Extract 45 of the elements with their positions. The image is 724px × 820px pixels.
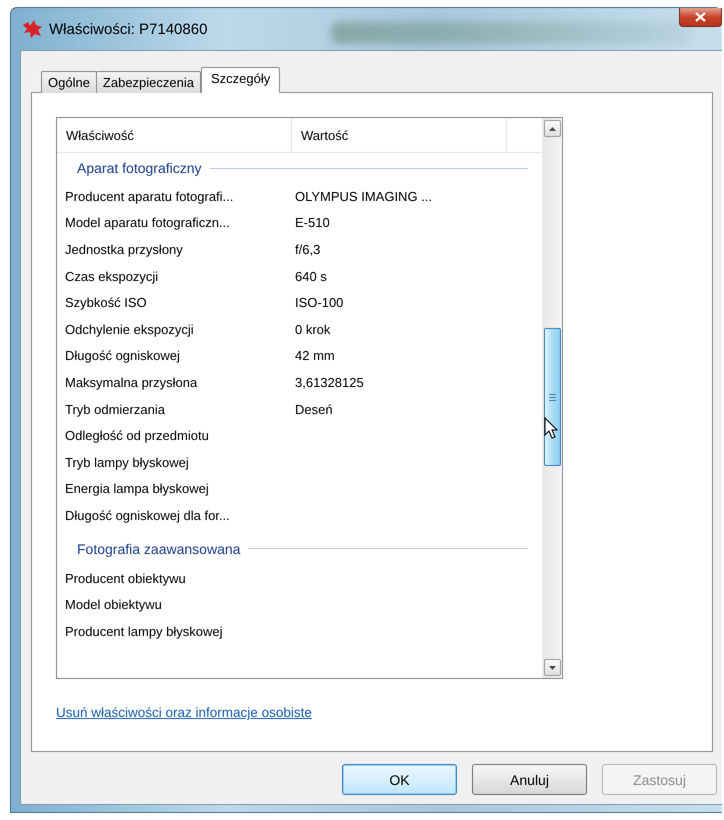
property-value: ISO-100 — [295, 295, 344, 310]
property-value: f/6,3 — [295, 242, 320, 257]
property-name: Model obiektywu — [65, 597, 162, 612]
property-name: Długość ogniskowej dla for... — [65, 508, 230, 523]
property-name: Czas ekspozycji — [65, 268, 158, 284]
tab[interactable]: Zabezpieczenia — [96, 71, 201, 93]
property-name: Energia lampa błyskowej — [65, 481, 209, 496]
property-name: Szybkość ISO — [65, 295, 147, 310]
group-header: Fotografia zaawansowana — [77, 540, 240, 557]
group-header: Aparat fotograficzny — [77, 160, 202, 176]
property-value: Deseń — [295, 402, 333, 417]
property-name: Model aparatu fotograficzn... — [65, 215, 230, 230]
property-value: E-510 — [295, 215, 330, 230]
window-title: Właściwości: P7140860 — [49, 20, 208, 38]
property-name: Długość ogniskowej — [65, 348, 180, 364]
property-value: 640 s — [295, 268, 327, 284]
property-name: Jednostka przysłony — [65, 242, 183, 257]
up-arrow-icon — [549, 126, 556, 130]
property-name: Producent lampy błyskowej — [65, 624, 223, 639]
app-icon — [21, 19, 43, 39]
grip-icon — [549, 394, 556, 400]
property-name: Odchylenie ekspozycji — [65, 322, 194, 337]
remove-properties-link[interactable]: Usuń właściwości oraz informacje osobiste — [56, 705, 312, 720]
property-name: Producent aparatu fotografi... — [65, 188, 234, 204]
close-icon — [695, 12, 706, 22]
property-value: 42 mm — [295, 348, 335, 364]
property-value: 0 krok — [295, 322, 330, 337]
down-arrow-icon — [549, 666, 556, 670]
tab[interactable]: Ogólne — [41, 71, 97, 93]
scroll-up-button[interactable] — [544, 120, 561, 137]
dialog-button[interactable]: Anuluj — [472, 764, 587, 795]
scrollbar[interactable] — [542, 118, 562, 678]
property-name: Maksymalna przysłona — [65, 374, 198, 390]
property-name: Tryb odmierzania — [65, 402, 165, 417]
dialog-button[interactable]: OK — [342, 764, 457, 795]
scroll-thumb[interactable] — [544, 328, 561, 466]
cursor-icon — [544, 417, 558, 439]
scroll-down-button[interactable] — [544, 659, 561, 676]
property-name: Tryb lampy błyskowej — [65, 454, 189, 470]
property-name: Odległość od przedmiotu — [65, 428, 209, 444]
close-button[interactable] — [679, 8, 722, 27]
tab[interactable]: Szczegóły — [200, 67, 280, 93]
property-value: OLYMPUS IMAGING ... — [295, 188, 432, 204]
property-value: 3,61328125 — [295, 374, 364, 390]
property-name: Producent obiektywu — [65, 570, 186, 586]
